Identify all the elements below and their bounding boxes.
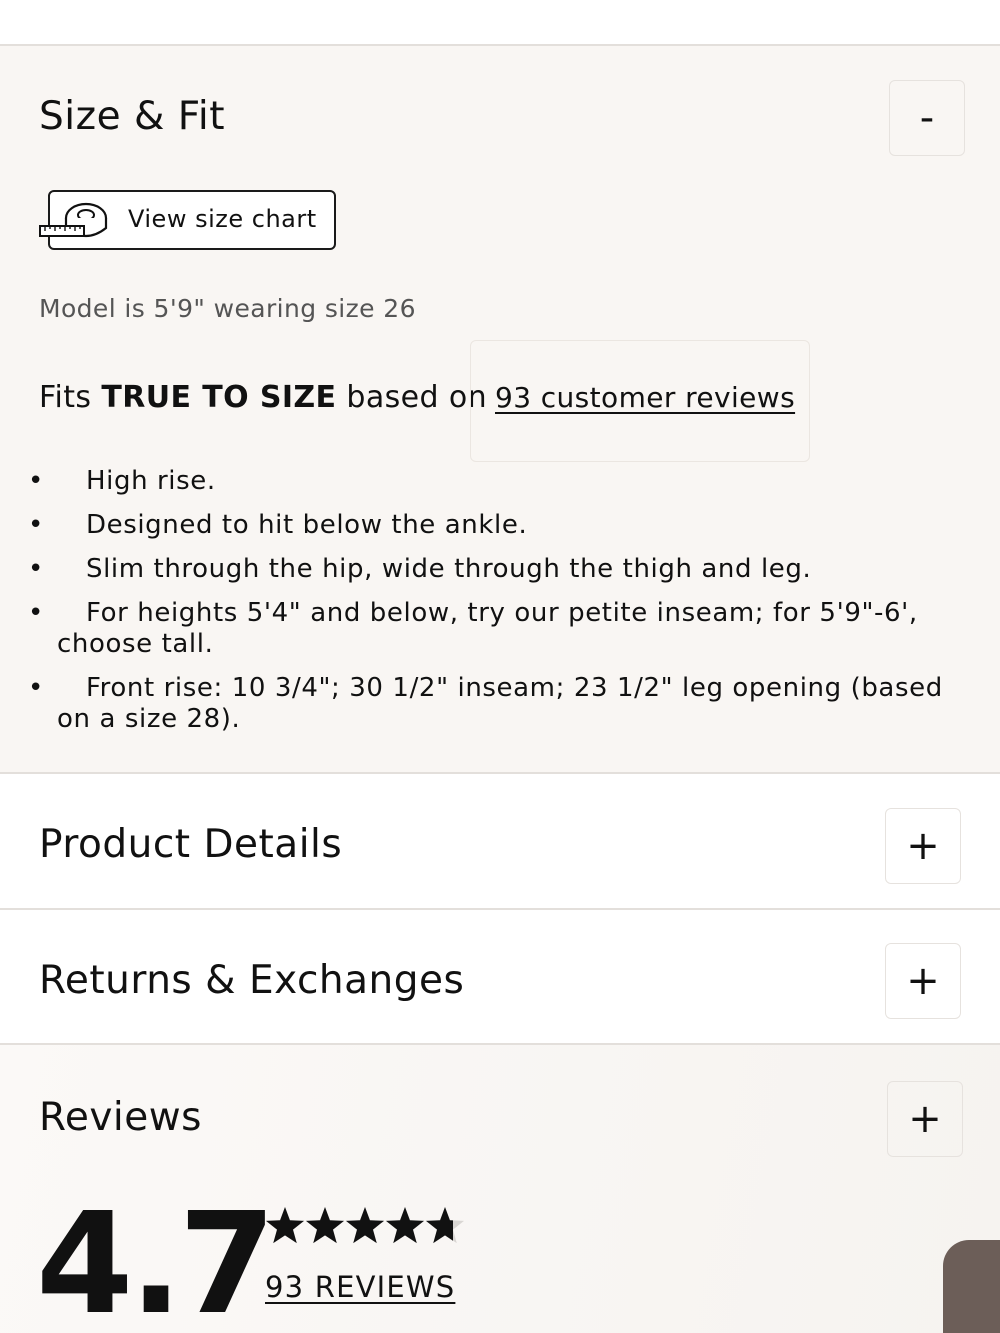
star-icon [265, 1207, 305, 1244]
reviews-count-link[interactable]: 93 REVIEWS [265, 1270, 455, 1304]
returns-exchanges-expand-button[interactable]: + [885, 943, 961, 1019]
returns-exchanges-section[interactable]: Returns & Exchanges + [0, 910, 1000, 1044]
customer-reviews-link[interactable]: 93 customer reviews [495, 381, 795, 414]
partial-image [943, 1240, 1000, 1333]
star-icon [385, 1207, 425, 1244]
size-fit-section: Size & Fit - View size chart Model is 5'… [0, 46, 1000, 773]
product-details-section[interactable]: Product Details + [0, 774, 1000, 908]
customer-reviews-link-box: 93 customer reviews [470, 340, 810, 462]
list-item: For heights 5'4" and below, try our peti… [28, 598, 962, 660]
fit-emphasis: TRUE TO SIZE [101, 380, 337, 415]
measuring-tape-icon [39, 202, 108, 238]
star-rating [265, 1207, 465, 1244]
model-size-note: Model is 5'9" wearing size 26 [39, 294, 416, 323]
fit-feature-list: High rise. Designed to hit below the ank… [28, 466, 962, 748]
product-details-expand-button[interactable]: + [885, 808, 961, 884]
list-item: High rise. [28, 466, 962, 497]
view-size-chart-button[interactable]: View size chart [39, 190, 336, 250]
size-fit-title: Size & Fit [39, 94, 225, 139]
fit-summary: Fits TRUE TO SIZE based on [39, 380, 487, 415]
view-size-chart-label: View size chart [128, 205, 317, 233]
list-item: Designed to hit below the ankle. [28, 510, 962, 541]
star-icon [305, 1207, 345, 1244]
list-item: Slim through the hip, wide through the t… [28, 554, 962, 585]
product-details-title: Product Details [39, 822, 343, 867]
fit-suffix: based on [336, 380, 488, 415]
reviews-title: Reviews [39, 1095, 202, 1140]
list-item: Front rise: 10 3/4"; 30 1/2" inseam; 23 … [28, 673, 962, 735]
returns-exchanges-title: Returns & Exchanges [39, 958, 465, 1003]
average-rating: 4.7 [36, 1183, 276, 1333]
star-icon [345, 1207, 385, 1244]
size-fit-collapse-button[interactable]: - [889, 80, 965, 156]
top-strip [0, 0, 1000, 46]
reviews-expand-button[interactable]: + [887, 1081, 963, 1157]
fit-prefix: Fits [39, 380, 102, 415]
reviews-section: Reviews + 4.7 93 REVIEWS [0, 1045, 1000, 1333]
